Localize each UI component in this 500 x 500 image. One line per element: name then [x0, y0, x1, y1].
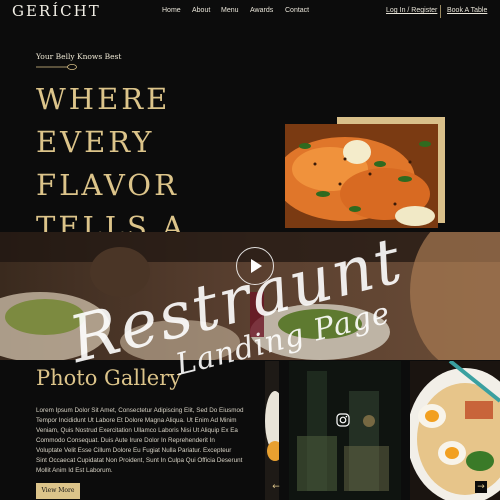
navbar: GERÍCHT Home About Menu Awards Contact L… [0, 0, 500, 24]
hero-headline-line-2: EVERY [36, 125, 155, 159]
gallery-next-button[interactable]: → [475, 481, 487, 493]
arrow-left-icon: ← [272, 482, 280, 492]
gallery-text-line: Lorem Ipsum Dolor Sit Amet, Consectetur … [36, 407, 244, 414]
book-table-link[interactable]: Book A Table [447, 7, 487, 14]
login-register-link[interactable]: Log In / Register [386, 7, 437, 14]
play-icon [251, 259, 262, 273]
hero-food-image [285, 124, 438, 228]
nav-link-menu[interactable]: Menu [221, 7, 239, 14]
gallery-text-line: Voluptate Velit Esse Cillum Dolore Eu Fu… [36, 447, 232, 454]
hero-tagline: Your Belly Knows Best [36, 52, 122, 61]
gallery-text-line: Mollit Anim Id Est Laborum. [36, 467, 113, 474]
spoon-icon [36, 64, 77, 70]
hero-headline-line-1: WHERE [36, 82, 171, 116]
gallery-image-ramen[interactable] [410, 361, 500, 500]
nav-link-home[interactable]: Home [162, 7, 181, 14]
gallery-title: Photo Gallery [36, 366, 182, 390]
gallery-text-line: Sint Occaecat Cupidatat Non Proident, Su… [36, 457, 243, 464]
nav-divider [440, 5, 441, 18]
gallery-text-line: Veniam, Quis Nostrud Exercitation Ullamc… [36, 427, 238, 434]
hero-headline-line-3: FLAVOR [36, 168, 179, 202]
gallery-prev-button[interactable]: ← [270, 481, 282, 493]
gallery-text-line: Commodo Consequat. Duis Aute Irure Dolor… [36, 437, 215, 444]
nav-link-about[interactable]: About [192, 7, 210, 14]
gallery-image-partial[interactable] [265, 361, 279, 500]
logo[interactable]: GERÍCHT [12, 2, 101, 20]
nav-link-awards[interactable]: Awards [250, 7, 273, 14]
video-play-button[interactable] [236, 247, 274, 285]
instagram-icon[interactable] [336, 412, 350, 427]
nav-link-contact[interactable]: Contact [285, 7, 309, 14]
view-more-button[interactable]: View More [36, 483, 80, 499]
gallery-text-line: Tempor Incididunt Ut Labore Et Dolore Ma… [36, 417, 237, 424]
arrow-right-icon: → [477, 482, 485, 492]
gallery-image-drinks[interactable] [289, 361, 401, 500]
